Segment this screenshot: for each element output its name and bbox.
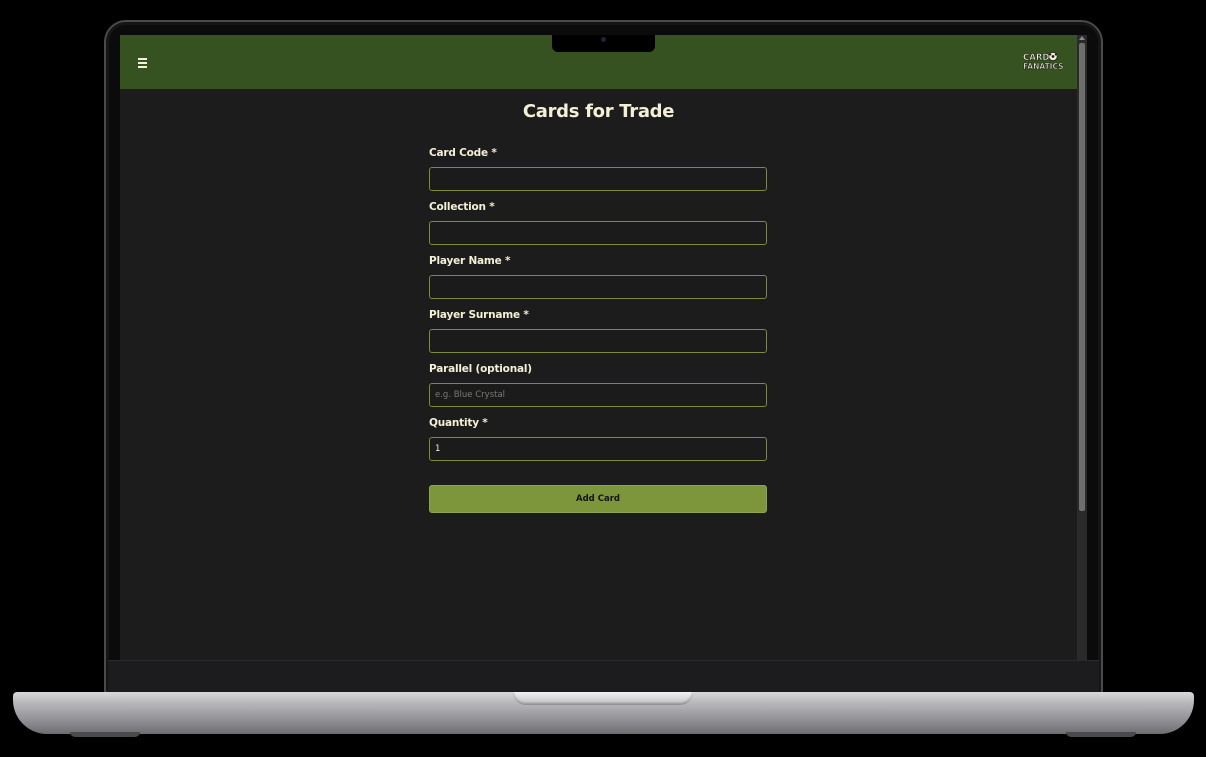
collection-input[interactable] [429,221,767,245]
collection-field-group: Collection * [429,201,767,255]
add-card-button[interactable]: Add Card [429,485,767,513]
screen: CARD FANATICS Cards for Trade Card Code … [120,35,1087,660]
quantity-field-group: Quantity * [429,417,767,471]
laptop-hinge [108,660,1099,694]
collection-label: Collection * [429,201,495,213]
camera-icon [601,37,606,42]
hamburger-icon-bar [138,66,147,68]
page-title: Cards for Trade [522,101,675,122]
parallel-input[interactable] [429,383,767,407]
hamburger-icon-bar [138,62,147,64]
laptop-foot-left [70,732,140,737]
card-code-input[interactable] [429,167,767,191]
scrollbar-thumb[interactable] [1079,43,1085,511]
card-code-label: Card Code * [429,147,497,159]
soccer-ball-icon [1048,51,1058,62]
player-surname-field-group: Player Surname * [429,309,767,363]
player-surname-input[interactable] [429,329,767,353]
add-card-form: Card Code * Collection * Player Name * P… [429,147,767,513]
player-name-input[interactable] [429,275,767,299]
scrollbar[interactable] [1077,35,1087,660]
card-fanatics-logo[interactable]: CARD FANATICS [1023,51,1067,73]
hamburger-icon [138,58,147,60]
player-name-label: Player Name * [429,255,511,267]
scroll-up-arrow-icon[interactable] [1079,36,1085,40]
hamburger-menu-button[interactable] [138,54,152,70]
camera-notch [552,35,655,52]
laptop-base-notch [513,692,693,705]
quantity-input[interactable] [429,437,767,461]
player-surname-label: Player Surname * [429,309,529,321]
parallel-field-group: Parallel (optional) [429,363,767,417]
laptop-foot-right [1066,732,1136,737]
player-name-field-group: Player Name * [429,255,767,309]
parallel-label: Parallel (optional) [429,363,532,375]
card-code-field-group: Card Code * [429,147,767,201]
logo-text-line2: FANATICS [1023,62,1064,71]
quantity-label: Quantity * [429,417,488,429]
